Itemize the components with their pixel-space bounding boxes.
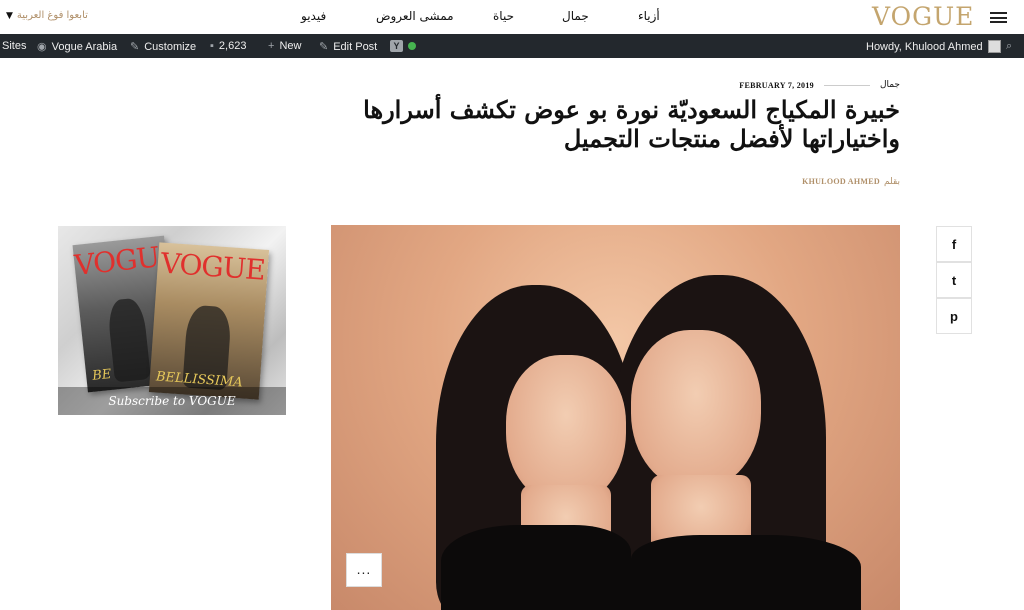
dress-right bbox=[631, 535, 861, 610]
comment-icon: ▪ bbox=[210, 40, 214, 52]
cover-1-title: VOGUE bbox=[72, 238, 180, 283]
admin-sites[interactable]: Sites bbox=[2, 40, 26, 52]
admin-edit-post[interactable]: ✎ Edit Post bbox=[319, 40, 378, 54]
language-label: تابعوا فوغ العربية bbox=[16, 10, 88, 21]
language-selector[interactable]: ▼ تابعوا فوغ العربية bbox=[6, 10, 88, 21]
dress-left bbox=[441, 525, 631, 610]
hero-image bbox=[331, 225, 900, 610]
howdy-label: Howdy, Khulood Ahmed bbox=[866, 40, 983, 53]
avatar bbox=[987, 40, 1001, 53]
top-nav: ▼ تابعوا فوغ العربية أزياء جمال حياة ممش… bbox=[0, 0, 1024, 34]
chevron-down-icon: ▼ bbox=[6, 10, 13, 21]
admin-bar: Sites ◉ Vogue Arabia ✎ Customize ▪ 2,623… bbox=[0, 34, 1024, 58]
facebook-icon: f bbox=[951, 236, 957, 252]
twitter-icon: t bbox=[951, 272, 957, 288]
admin-comments[interactable]: ▪ 2,623 bbox=[210, 40, 246, 52]
admin-new[interactable]: + New bbox=[268, 40, 301, 52]
article-date: FEBRUARY 7, 2019 bbox=[739, 80, 814, 90]
brush-icon: ✎ bbox=[130, 41, 140, 53]
new-label: New bbox=[279, 40, 302, 52]
nav-item-life[interactable]: حياة bbox=[493, 9, 514, 23]
comments-count: 2,623 bbox=[218, 40, 247, 52]
magazine-cover-2: VOGUE BELLISSIMA bbox=[148, 242, 270, 400]
nav-item-fashion[interactable]: أزياء bbox=[638, 9, 660, 23]
vogue-logo[interactable]: VOGUE bbox=[872, 2, 974, 31]
seo-status-dot bbox=[408, 42, 416, 50]
article-title: خبيرة المكياج السعوديّة نورة بو عوض تكشف… bbox=[363, 95, 900, 153]
cover-1-figure bbox=[106, 297, 152, 383]
nav-item-beauty[interactable]: جمال bbox=[562, 9, 589, 23]
admin-seo[interactable]: Y bbox=[390, 40, 416, 52]
menu-icon[interactable] bbox=[990, 12, 1007, 23]
nav-item-video[interactable]: فيديو bbox=[301, 9, 326, 23]
plus-icon: + bbox=[268, 40, 275, 52]
dashboard-icon: ◉ bbox=[37, 41, 47, 53]
admin-account[interactable]: Howdy, Khulood Ahmed bbox=[866, 40, 1001, 53]
admin-site-name[interactable]: ◉ Vogue Arabia bbox=[37, 40, 118, 54]
subscribe-ad[interactable]: VOGUE BE VOGUE BELLISSIMA Subscribe to V… bbox=[58, 226, 286, 415]
article-meta: FEBRUARY 7, 2019 جمال bbox=[739, 80, 900, 90]
more-options-button[interactable]: ... bbox=[346, 553, 382, 587]
site-name-label: Vogue Arabia bbox=[51, 40, 118, 53]
twitter-share-button[interactable]: t bbox=[936, 262, 972, 298]
subscribe-text[interactable]: Subscribe to VOGUE bbox=[58, 387, 286, 415]
yoast-icon: Y bbox=[390, 40, 403, 52]
sites-label: Sites bbox=[2, 40, 27, 52]
edit-post-label: Edit Post bbox=[333, 40, 378, 53]
author-link[interactable]: KHULOOD AHMED bbox=[802, 177, 880, 187]
article-category[interactable]: جمال bbox=[880, 80, 900, 90]
face-right bbox=[631, 330, 761, 490]
pencil-icon: ✎ bbox=[319, 41, 329, 53]
facebook-share-button[interactable]: f bbox=[936, 226, 972, 262]
pinterest-icon: p bbox=[950, 308, 958, 324]
customize-label: Customize bbox=[144, 40, 197, 53]
face-left bbox=[506, 355, 626, 505]
admin-customize[interactable]: ✎ Customize bbox=[130, 40, 197, 54]
byline-prefix: بقلم bbox=[883, 177, 900, 187]
meta-divider bbox=[823, 84, 870, 86]
cover-2-title: VOGUE bbox=[159, 246, 266, 287]
byline: بقلم KHULOOD AHMED bbox=[802, 177, 900, 187]
nav-item-runway[interactable]: ممشى العروض bbox=[376, 9, 454, 23]
search-icon: ⌕ bbox=[1006, 40, 1013, 52]
pinterest-share-button[interactable]: p bbox=[936, 298, 972, 334]
admin-search[interactable]: ⌕ bbox=[1006, 40, 1012, 53]
cover-1-bottom: BE bbox=[91, 366, 113, 384]
